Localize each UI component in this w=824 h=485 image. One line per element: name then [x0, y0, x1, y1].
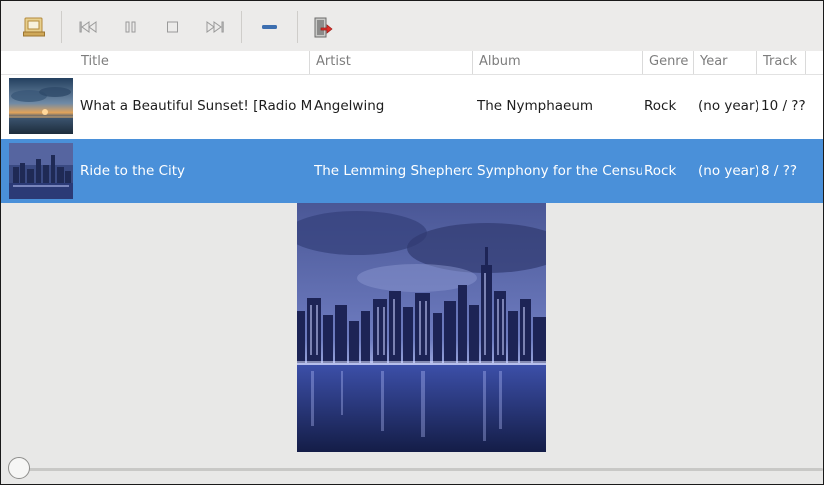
- column-header-album[interactable]: Album: [472, 51, 642, 74]
- pause-icon[interactable]: [120, 17, 142, 37]
- column-header-title[interactable]: Title: [75, 51, 309, 74]
- album-artwork: [287, 203, 567, 452]
- previous-track-icon[interactable]: [78, 17, 100, 37]
- progress-slider-track[interactable]: [19, 468, 823, 471]
- music-player-window: Title Artist Album Genre Year Track What…: [0, 0, 824, 485]
- cell-album: The Nymphaeum: [477, 98, 594, 114]
- column-header-year[interactable]: Year: [693, 51, 756, 74]
- toolbar-separator: [241, 11, 242, 43]
- cell-track: 8 / ??: [761, 163, 798, 179]
- cell-artist: Angelwing: [314, 98, 385, 114]
- stop-icon[interactable]: [162, 17, 184, 37]
- city-thumbnail: [9, 143, 73, 199]
- column-header-genre[interactable]: Genre: [642, 51, 693, 74]
- cell-album: Symphony for the Census: [477, 163, 642, 179]
- cell-genre: Rock: [644, 163, 677, 179]
- table-row[interactable]: What a Beautiful Sunset! [Radio Mix] Ang…: [1, 74, 823, 138]
- toolbar: [1, 1, 823, 51]
- track-list: Title Artist Album Genre Year Track What…: [1, 51, 823, 203]
- cell-year: (no year): [698, 163, 758, 179]
- playlist-icon[interactable]: [23, 17, 45, 37]
- toolbar-separator: [297, 11, 298, 43]
- cell-title: Ride to the City: [80, 163, 186, 179]
- column-header-artist[interactable]: Artist: [309, 51, 472, 74]
- toolbar-separator: [61, 11, 62, 43]
- table-row-selected[interactable]: Ride to the City The Lemming Shepherds S…: [1, 139, 823, 203]
- cell-year: (no year): [698, 98, 758, 114]
- cell-track: 10 / ??: [761, 98, 806, 114]
- cell-artist: The Lemming Shepherds: [314, 163, 472, 179]
- progress-slider-handle[interactable]: [8, 457, 30, 479]
- table-header: Title Artist Album Genre Year Track: [1, 51, 823, 75]
- volume-icon[interactable]: [259, 17, 281, 37]
- next-track-icon[interactable]: [203, 17, 225, 37]
- sunset-thumbnail: [9, 78, 73, 134]
- exit-icon[interactable]: [312, 17, 334, 38]
- cell-genre: Rock: [644, 98, 677, 114]
- cell-title: What a Beautiful Sunset! [Radio Mix]: [80, 98, 312, 114]
- column-header-track[interactable]: Track: [756, 51, 806, 74]
